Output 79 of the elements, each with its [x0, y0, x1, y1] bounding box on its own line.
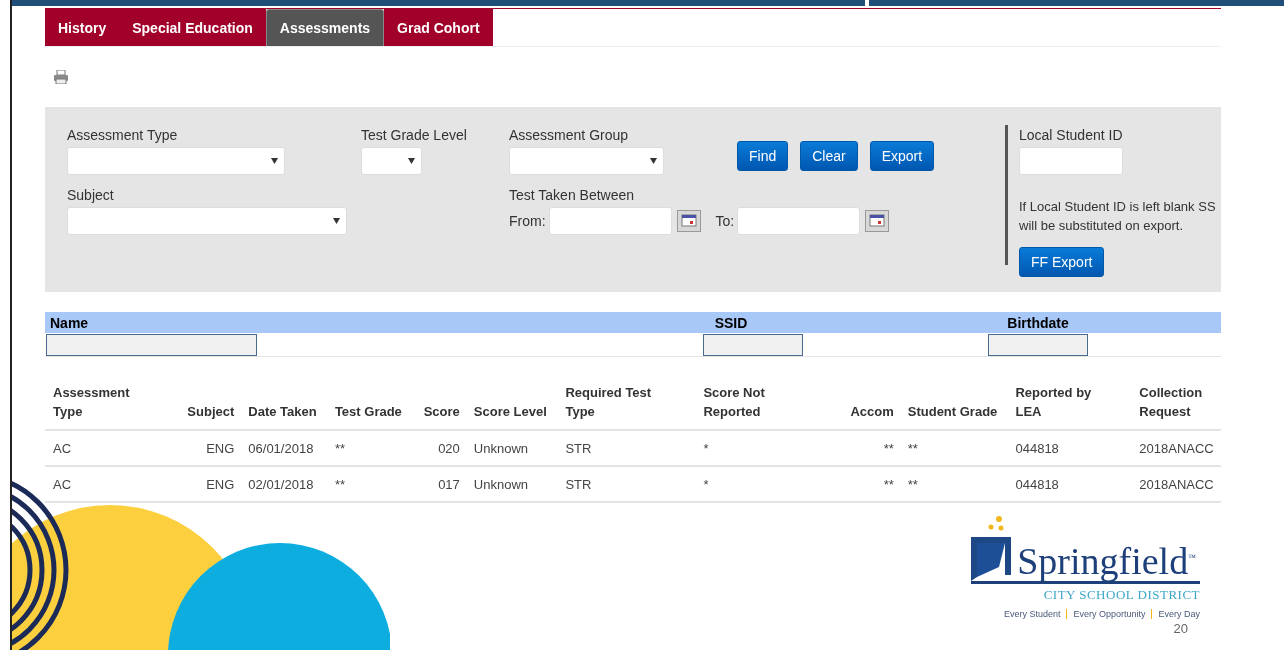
calendar-icon[interactable] [676, 210, 701, 232]
test-grade-level-dropdown[interactable] [361, 147, 422, 175]
search-field[interactable] [988, 333, 1088, 356]
table-cell: STR [565, 476, 592, 492]
table-cell: 2018ANACC [1139, 476, 1214, 492]
action-button[interactable]: Export [869, 141, 935, 171]
column-header: Date Taken [248, 403, 317, 421]
table-cell: 2018ANACC [1139, 440, 1214, 456]
table-cell: ENG [206, 440, 235, 456]
export-note: If Local Student ID is left blank SS will be substituted on export. [1019, 198, 1217, 235]
caret-icon [271, 158, 278, 164]
column-header: Score Not Reported [703, 384, 766, 421]
column-header: Score [423, 403, 460, 421]
tab[interactable]: Grad Cohort [384, 9, 493, 46]
search-field[interactable] [703, 333, 803, 356]
print-icon[interactable] [53, 70, 69, 84]
to-label: To: [715, 213, 735, 229]
field-label: Assessment Type [67, 127, 179, 143]
table-cell: ** [883, 440, 894, 456]
caret-icon [333, 218, 340, 224]
column-header: Accom [850, 403, 894, 421]
column-header: Reported by LEA [1015, 384, 1093, 421]
logo-wordmark: Springfield$^{™}$ [1017, 539, 1196, 581]
search-field[interactable] [46, 333, 257, 356]
table-cell: Unknown [473, 476, 529, 492]
field-label: Local Student ID [1019, 127, 1124, 143]
table-cell: * [703, 476, 709, 492]
table-cell: ** [334, 440, 345, 456]
table-cell: ** [907, 476, 918, 492]
table-cell: 044818 [1015, 440, 1059, 456]
table-cell: 020 [438, 440, 460, 456]
table-cell: STR [565, 440, 592, 456]
column-header: Assessment Type [53, 384, 131, 421]
table-cell: * [703, 440, 709, 456]
action-button[interactable]: Find [737, 141, 789, 171]
tagline-text: Every Day [1158, 609, 1200, 619]
local-student-id-field[interactable] [1019, 147, 1123, 175]
column-header: Required Test Type [565, 384, 653, 421]
field-label: Test Taken Between [509, 187, 636, 203]
page-number: 20 [1173, 621, 1188, 636]
table-cell: ** [883, 476, 894, 492]
column-header: Birthdate [1006, 314, 1070, 331]
table-cell: 044818 [1015, 476, 1059, 492]
assessment-type-dropdown[interactable] [67, 147, 285, 175]
caret-icon [650, 158, 657, 164]
tab[interactable]: Assessments [265, 9, 385, 46]
from-date-field[interactable] [548, 207, 672, 235]
tagline-text: Every Student [1003, 609, 1061, 619]
table-cell: 017 [438, 476, 460, 492]
table-cell: 02/01/2018 [248, 476, 314, 492]
logo-subtitle: CITY SCHOOL DISTRICT [1043, 587, 1200, 603]
column-header: Subject [187, 403, 235, 421]
field-label: Subject [67, 187, 115, 203]
table-cell: AC [53, 476, 72, 492]
table-cell: Unknown [473, 440, 529, 456]
table-cell: ENG [206, 476, 235, 492]
calendar-icon[interactable] [865, 210, 890, 232]
column-header: SSID [713, 314, 749, 331]
column-header: Test Grade [334, 403, 402, 421]
assessment-group-dropdown[interactable] [509, 147, 664, 175]
from-label: From: [509, 213, 546, 229]
field-label: Assessment Group [509, 127, 630, 143]
tagline-text: Every Opportunity [1073, 609, 1146, 619]
ff-export-button[interactable]: FF Export [1019, 247, 1105, 277]
tab[interactable]: Special Education [119, 9, 266, 46]
column-header: Collection Request [1139, 384, 1204, 421]
to-date-field[interactable] [737, 207, 861, 235]
tab[interactable]: History [45, 9, 120, 46]
table-cell: ** [334, 476, 345, 492]
table-cell: 06/01/2018 [248, 440, 314, 456]
table-cell: AC [53, 440, 72, 456]
subject-dropdown[interactable] [67, 207, 347, 235]
table-cell: ** [907, 440, 918, 456]
column-header: Student Grade [907, 403, 998, 421]
action-button[interactable]: Clear [800, 141, 858, 171]
column-header: Score Level [473, 403, 547, 421]
caret-icon [408, 158, 415, 164]
field-label: Test Grade Level [361, 127, 468, 143]
column-header: Name [50, 314, 89, 331]
